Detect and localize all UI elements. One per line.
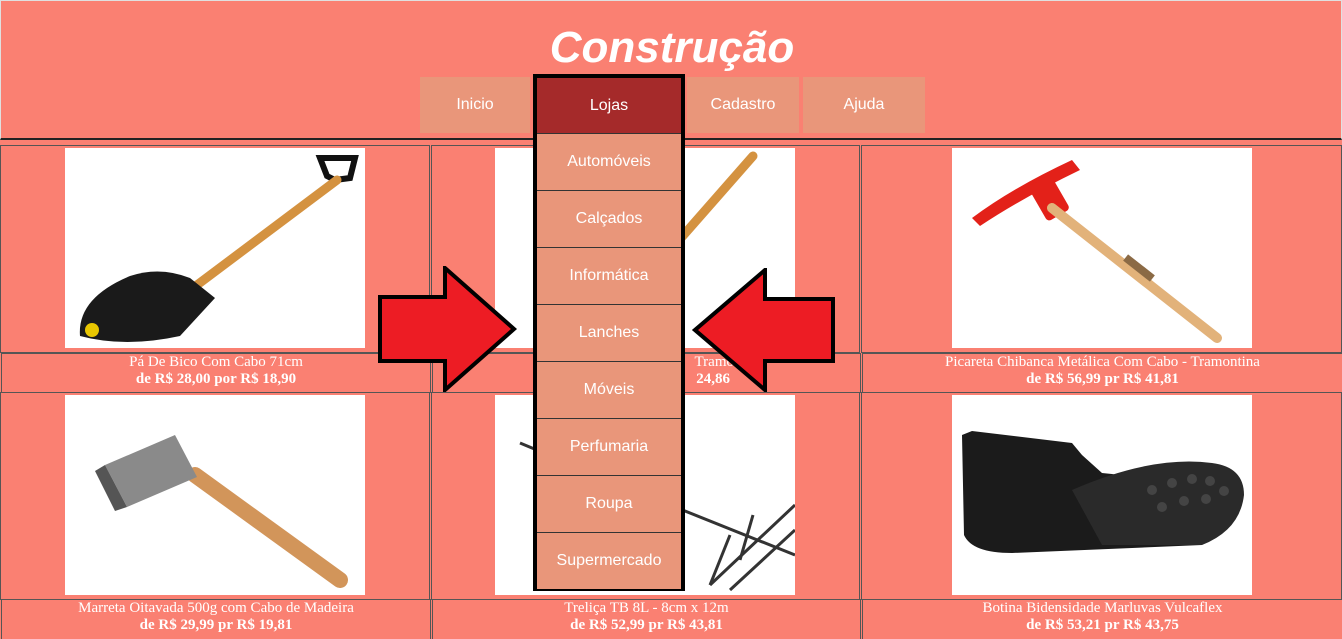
product-card[interactable]: Marreta Oitavada 500g com Cabo de Madeir… <box>0 392 431 639</box>
menu-item-perfumaria[interactable]: Perfumaria <box>537 418 681 475</box>
lojas-dropdown: Lojas Automóveis Calçados Informática La… <box>533 74 685 591</box>
right-arrow-annotation <box>378 266 518 392</box>
product-card[interactable]: Pá De Bico Com Cabo 71cm de R$ 28,00 por… <box>0 145 431 393</box>
nav-cadastro-button[interactable]: Cadastro <box>687 77 799 133</box>
boot-image <box>952 395 1252 595</box>
nav-inicio-button[interactable]: Inicio <box>420 77 530 133</box>
product-name: Pá De Bico Com Cabo 71cm <box>129 354 303 370</box>
product-caption: Treliça TB 8L - 8cm x 12m de R$ 52,99 pr… <box>432 599 861 639</box>
menu-item-automoveis[interactable]: Automóveis <box>537 133 681 190</box>
product-price: de R$ 56,99 pr R$ 41,81 <box>1026 371 1179 387</box>
product-price: de R$ 53,21 pr R$ 43,75 <box>1026 617 1179 633</box>
product-caption: Picareta Chibanca Metálica Com Cabo - Tr… <box>862 353 1342 393</box>
product-price: de R$ 28,00 por R$ 18,90 <box>135 371 297 387</box>
menu-item-moveis[interactable]: Móveis <box>537 361 681 418</box>
sledgehammer-image <box>65 395 365 595</box>
menu-item-informatica[interactable]: Informática <box>537 247 681 304</box>
pickaxe-image <box>952 148 1252 348</box>
menu-item-calcados[interactable]: Calçados <box>537 190 681 247</box>
product-card[interactable]: Botina Bidensidade Marluvas Vulcaflex de… <box>861 392 1342 639</box>
product-caption: Botina Bidensidade Marluvas Vulcaflex de… <box>862 599 1342 639</box>
product-name: Marreta Oitavada 500g com Cabo de Madeir… <box>78 600 354 616</box>
product-name: Picareta Chibanca Metálica Com Cabo - Tr… <box>945 354 1260 370</box>
product-name: Botina Bidensidade Marluvas Vulcaflex <box>982 600 1223 616</box>
product-name: Treliça TB 8L - 8cm x 12m <box>564 600 729 616</box>
nav-ajuda-button[interactable]: Ajuda <box>803 77 925 133</box>
product-caption: Pá De Bico Com Cabo 71cm de R$ 28,00 por… <box>1 353 431 393</box>
product-price: de R$ 52,99 pr R$ 43,81 <box>570 617 723 633</box>
menu-item-supermercado[interactable]: Supermercado <box>537 532 681 589</box>
left-arrow-annotation <box>692 268 835 392</box>
nav-lojas-button[interactable]: Lojas <box>537 78 681 133</box>
menu-item-roupa[interactable]: Roupa <box>537 475 681 532</box>
product-caption: Marreta Oitavada 500g com Cabo de Madeir… <box>1 599 431 639</box>
site-title: Construção <box>549 23 795 72</box>
menu-item-lanches[interactable]: Lanches <box>537 304 681 361</box>
product-card[interactable]: Picareta Chibanca Metálica Com Cabo - Tr… <box>861 145 1342 393</box>
product-price: de R$ 29,99 pr R$ 19,81 <box>139 617 293 633</box>
shovel-image <box>65 148 365 348</box>
